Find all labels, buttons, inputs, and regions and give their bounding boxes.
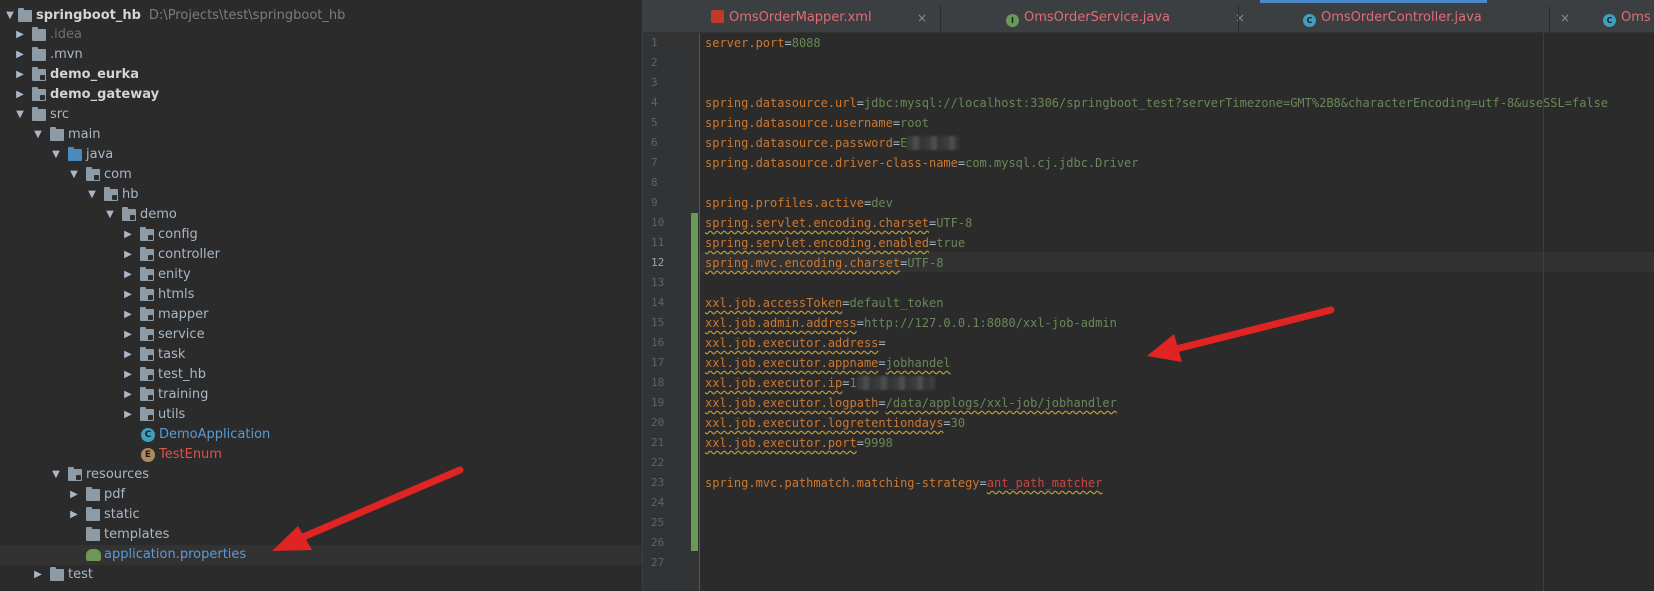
annotation-overlay (272, 306, 1335, 551)
annotation-arrow-right (1147, 306, 1335, 362)
annotation-arrow-left (272, 466, 464, 551)
